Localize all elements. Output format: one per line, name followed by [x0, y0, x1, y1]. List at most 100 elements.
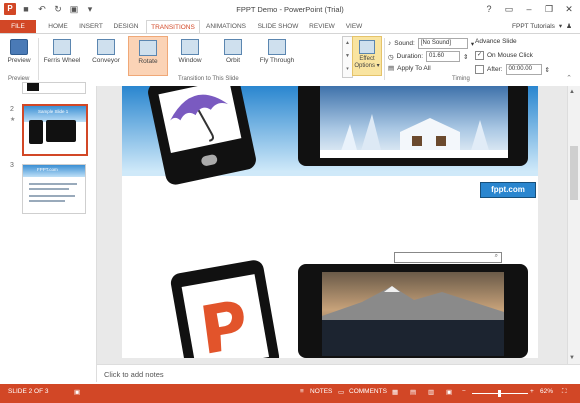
slide-editing-area[interactable]: fppt.com ⌕ [97, 86, 567, 364]
zoom-level[interactable]: 62% [540, 388, 553, 395]
sound-row: ♪ Sound: [No Sound] ▾ [388, 38, 475, 49]
slide-thumbnail-2[interactable]: Sample Slide 1 [22, 104, 88, 156]
tablet-graphic [298, 86, 528, 166]
tab-file[interactable]: FILE [0, 20, 36, 33]
slide[interactable]: fppt.com ⌕ [122, 86, 538, 358]
chevron-down-icon[interactable]: ▾ [471, 40, 474, 48]
comments-button[interactable]: COMMENTS [349, 388, 387, 395]
slide-thumbnail-1[interactable] [22, 82, 86, 94]
transition-orbit[interactable]: Orbit [214, 36, 252, 74]
checkbox-unchecked[interactable] [475, 65, 484, 74]
tab-animations[interactable]: ANIMATIONS [202, 20, 250, 33]
group-label-timing: Timing [452, 76, 470, 82]
clock-icon: ◷ [388, 53, 394, 61]
restore-icon[interactable]: ❐ [542, 2, 556, 16]
tablet-graphic [298, 264, 528, 358]
account-area[interactable]: FPPT Tutorials ▾ ♟ [512, 20, 572, 33]
sound-dropdown[interactable]: [No Sound] [417, 38, 468, 49]
thumb-title: Sample Slide 1 [38, 109, 69, 114]
scroll-down-icon[interactable]: ▼ [569, 355, 575, 361]
tab-home[interactable]: HOME [44, 20, 72, 33]
slideshow-icon[interactable]: ▣ [446, 388, 452, 396]
notes-button[interactable]: NOTES [310, 388, 332, 395]
zoom-slider-thumb[interactable] [498, 390, 501, 397]
user-avatar-icon[interactable]: ♟ [566, 20, 572, 33]
apply-all-icon: ▤ [388, 65, 395, 72]
duration-input[interactable]: 01.60 [426, 51, 461, 62]
fit-slide-icon[interactable]: ⛶ [562, 388, 567, 396]
conveyor-icon [97, 39, 115, 55]
transition-rotate[interactable]: Rotate [128, 36, 168, 76]
star-icon [10, 39, 28, 55]
transition-conveyor[interactable]: Conveyor [86, 36, 126, 74]
account-name[interactable]: FPPT Tutorials [512, 20, 555, 33]
text-line [29, 195, 75, 197]
duration-row: ◷ Duration: 01.60 ⇕ [388, 51, 469, 62]
orbit-icon [224, 39, 242, 55]
thumb-title: FPPT.com [37, 167, 58, 172]
sound-icon: ♪ [388, 40, 392, 47]
divider [384, 38, 385, 80]
comments-icon[interactable]: ▭ [338, 388, 344, 396]
ribbon-display-icon[interactable]: ▭ [502, 2, 516, 16]
tablet-screen [320, 86, 508, 158]
zoom-slider[interactable] [472, 390, 528, 397]
effect-options-button[interactable]: Effect Options ▾ [352, 36, 382, 76]
snow-house-image [320, 114, 508, 158]
tab-design[interactable]: DESIGN [110, 20, 142, 33]
collapse-ribbon-icon[interactable]: ⌃ [566, 74, 572, 82]
text-line [29, 200, 65, 202]
group-label-transition: Transition to This Slide [178, 76, 239, 82]
gallery-down-icon[interactable]: ▼ [343, 50, 352, 63]
spinner-icon[interactable]: ⇕ [545, 66, 550, 74]
phone-screen [181, 274, 270, 358]
tab-transitions[interactable]: TRANSITIONS [146, 20, 200, 34]
transition-fly-through[interactable]: Fly Through [254, 36, 300, 74]
gallery-more-icon[interactable]: ▾ [343, 63, 352, 76]
gallery-up-icon[interactable]: ▲ [343, 37, 352, 50]
phone-graphic [169, 258, 281, 358]
help-icon[interactable]: ? [482, 2, 496, 16]
notes-icon[interactable]: ≡ [300, 388, 304, 395]
title-bar: P ■ ↶ ↻ ▣ ▾ FPPT Demo - PowerPoint (Tria… [0, 0, 580, 21]
preview-button[interactable]: Preview [2, 36, 36, 74]
zoom-in-icon[interactable]: + [530, 388, 534, 395]
notes-placeholder[interactable]: Click to add notes [104, 370, 164, 379]
transition-window[interactable]: Window [170, 36, 210, 74]
effect-options-icon [359, 40, 375, 54]
search-box: ⌕ [394, 252, 502, 263]
umbrella-icon [170, 94, 229, 142]
mountain-lake-image [322, 286, 504, 356]
slide-thumbnail-3[interactable]: FPPT.com [22, 164, 86, 214]
slide-sorter-icon[interactable]: ▤ [410, 388, 416, 396]
tab-slide-show[interactable]: SLIDE SHOW [254, 20, 302, 33]
scroll-up-icon[interactable]: ▲ [569, 89, 575, 95]
transition-ferris-wheel[interactable]: Ferris Wheel [40, 36, 84, 74]
tablet-screen [322, 272, 504, 356]
chevron-down-icon[interactable]: ▾ [559, 20, 562, 33]
ribbon: Preview Preview Ferris Wheel Conveyor Ro… [0, 33, 580, 87]
close-icon[interactable]: ✕ [562, 2, 576, 16]
notes-pane[interactable]: Click to add notes [97, 364, 580, 385]
checkbox-checked[interactable]: ✓ [475, 51, 484, 60]
after-input[interactable]: 00:00.00 [505, 64, 542, 75]
powerpoint-p-icon [203, 301, 244, 354]
ribbon-tabs: FILE HOME INSERT DESIGN TRANSITIONS ANIM… [0, 20, 580, 34]
transition-star-icon: ★ [10, 117, 16, 123]
tab-insert[interactable]: INSERT [76, 20, 106, 33]
scroll-thumb[interactable] [570, 146, 578, 200]
spellcheck-icon[interactable]: ▣ [74, 388, 80, 396]
phone-screen [158, 86, 242, 154]
on-mouse-click-row[interactable]: ✓ On Mouse Click [475, 51, 533, 60]
reading-view-icon[interactable]: ▥ [428, 388, 434, 396]
zoom-out-icon[interactable]: − [462, 388, 466, 395]
slide-thumbnails-pane: 2 ★ Sample Slide 1 3 FPPT.com [0, 82, 97, 382]
normal-view-icon[interactable]: ▦ [392, 388, 398, 396]
tab-view[interactable]: VIEW [342, 20, 366, 33]
tab-review[interactable]: REVIEW [306, 20, 338, 33]
minimize-icon[interactable]: – [522, 2, 536, 16]
spinner-icon[interactable]: ⇕ [463, 53, 468, 61]
text-line [29, 183, 77, 185]
vertical-scrollbar[interactable]: ▲ ▼ [567, 86, 580, 364]
apply-to-all-button[interactable]: ▤ Apply To All [388, 64, 431, 73]
